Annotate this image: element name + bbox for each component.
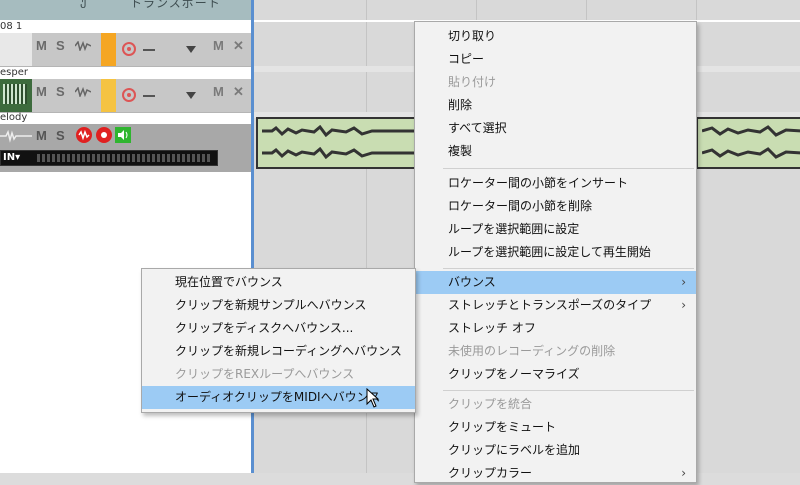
menu-item-copy[interactable]: コピー	[415, 48, 696, 71]
submenu-item-bounce-to-disk[interactable]: クリップをディスクへバウンス...	[142, 317, 415, 340]
menu-item-join-clips[interactable]: クリップを統合	[415, 393, 696, 416]
submenu-item-bounce-to-recording[interactable]: クリップを新規レコーディングへバウンス	[142, 340, 415, 363]
clip-waveform	[262, 125, 422, 137]
track-color-bar	[101, 33, 116, 66]
track-m-button[interactable]: M	[213, 38, 224, 53]
menu-separator	[443, 268, 694, 269]
submenu-arrow-icon: ›	[681, 298, 686, 312]
input-selector[interactable]: IN▾	[3, 152, 20, 163]
header-col-a: უ	[80, 0, 88, 8]
track-name: esper	[0, 67, 28, 78]
close-icon[interactable]: ✕	[233, 38, 244, 54]
track-1[interactable]: 08 1 M S M ✕	[0, 21, 252, 67]
track-name: 08 1	[0, 21, 23, 32]
waveform-icon[interactable]	[75, 87, 91, 97]
submenu-arrow-icon: ›	[681, 466, 686, 480]
menu-item-cut[interactable]: 切り取り	[415, 25, 696, 48]
record-arm-icon[interactable]	[122, 88, 136, 102]
header-col-transport: トランスポート	[130, 0, 221, 10]
submenu-item-bounce-in-place[interactable]: 現在位置でバウンス	[142, 271, 415, 294]
clip-waveform	[702, 147, 800, 159]
record-arm-icon[interactable]	[122, 42, 136, 56]
audio-clip[interactable]	[696, 117, 800, 169]
menu-separator	[443, 168, 694, 169]
menu-item-normalize[interactable]: クリップをノーマライズ	[415, 363, 696, 386]
menu-item-mute-clip[interactable]: クリップをミュート	[415, 416, 696, 439]
track-list-header: უ トランスポート	[0, 0, 252, 20]
mouse-pointer-icon	[366, 388, 380, 408]
waveform-thumbnail	[0, 129, 32, 143]
record-arm-icon[interactable]	[96, 127, 112, 143]
close-icon[interactable]: ✕	[233, 84, 244, 100]
meter-leds	[37, 154, 211, 162]
menu-item-delete[interactable]: 削除	[415, 94, 696, 117]
submenu-arrow-icon: ›	[681, 275, 686, 289]
track-name: elody	[0, 112, 28, 123]
solo-button[interactable]: S	[56, 128, 65, 143]
menu-item-insert-bars[interactable]: ロケーター間の小節をインサート	[415, 172, 696, 195]
menu-item-set-loop-play[interactable]: ループを選択範囲に設定して再生開始	[415, 241, 696, 264]
track-thumbnail	[0, 33, 32, 66]
track-body[interactable]: M S M ✕	[0, 79, 252, 113]
track-2[interactable]: esper M S M ✕	[0, 67, 252, 113]
solo-button[interactable]: S	[56, 84, 65, 99]
menu-item-set-loop[interactable]: ループを選択範囲に設定	[415, 218, 696, 241]
menu-item-delete-unused[interactable]: 未使用のレコーディングの削除	[415, 340, 696, 363]
menu-item-paste[interactable]: 貼り付け	[415, 71, 696, 94]
menu-item-stretch-type[interactable]: ストレッチとトランスポーズのタイプ ›	[415, 294, 696, 317]
submenu-item-bounce-to-sample[interactable]: クリップを新規サンプルへバウンス	[142, 294, 415, 317]
monitor-icon[interactable]	[76, 127, 92, 143]
track-body[interactable]: M S M ✕	[0, 33, 252, 67]
menu-item-duplicate[interactable]: 複製	[415, 140, 696, 163]
waveform-icon[interactable]	[75, 41, 91, 51]
mute-button[interactable]: M	[36, 38, 47, 53]
input-dash	[143, 49, 155, 51]
dropdown-arrow-icon[interactable]	[186, 92, 196, 99]
track-m-button[interactable]: M	[213, 84, 224, 99]
clip-context-menu: 切り取り コピー 貼り付け 削除 すべて選択 複製 ロケーター間の小節をインサー…	[414, 21, 697, 483]
menu-item-select-all[interactable]: すべて選択	[415, 117, 696, 140]
mute-button[interactable]: M	[36, 84, 47, 99]
input-dash	[143, 95, 155, 97]
menu-item-stretch-off[interactable]: ストレッチ オフ	[415, 317, 696, 340]
menu-item-add-label[interactable]: クリップにラベルを追加	[415, 439, 696, 462]
menu-separator	[443, 390, 694, 391]
clip-waveform	[702, 125, 800, 137]
speaker-icon[interactable]	[115, 127, 131, 143]
track-color-bar	[101, 79, 116, 112]
menu-item-bounce[interactable]: バウンス ›	[415, 271, 696, 294]
menu-item-clip-color[interactable]: クリップカラー ›	[415, 462, 696, 485]
menu-item-remove-bars[interactable]: ロケーター間の小節を削除	[415, 195, 696, 218]
submenu-item-bounce-to-rex[interactable]: クリップをREXループへバウンス	[142, 363, 415, 386]
solo-button[interactable]: S	[56, 38, 65, 53]
clip-waveform	[262, 147, 422, 159]
device-thumbnail	[0, 79, 32, 112]
mute-button[interactable]: M	[36, 128, 47, 143]
dropdown-arrow-icon[interactable]	[186, 46, 196, 53]
input-level-meter[interactable]: IN▾	[0, 150, 218, 166]
audio-clip[interactable]	[256, 117, 422, 169]
